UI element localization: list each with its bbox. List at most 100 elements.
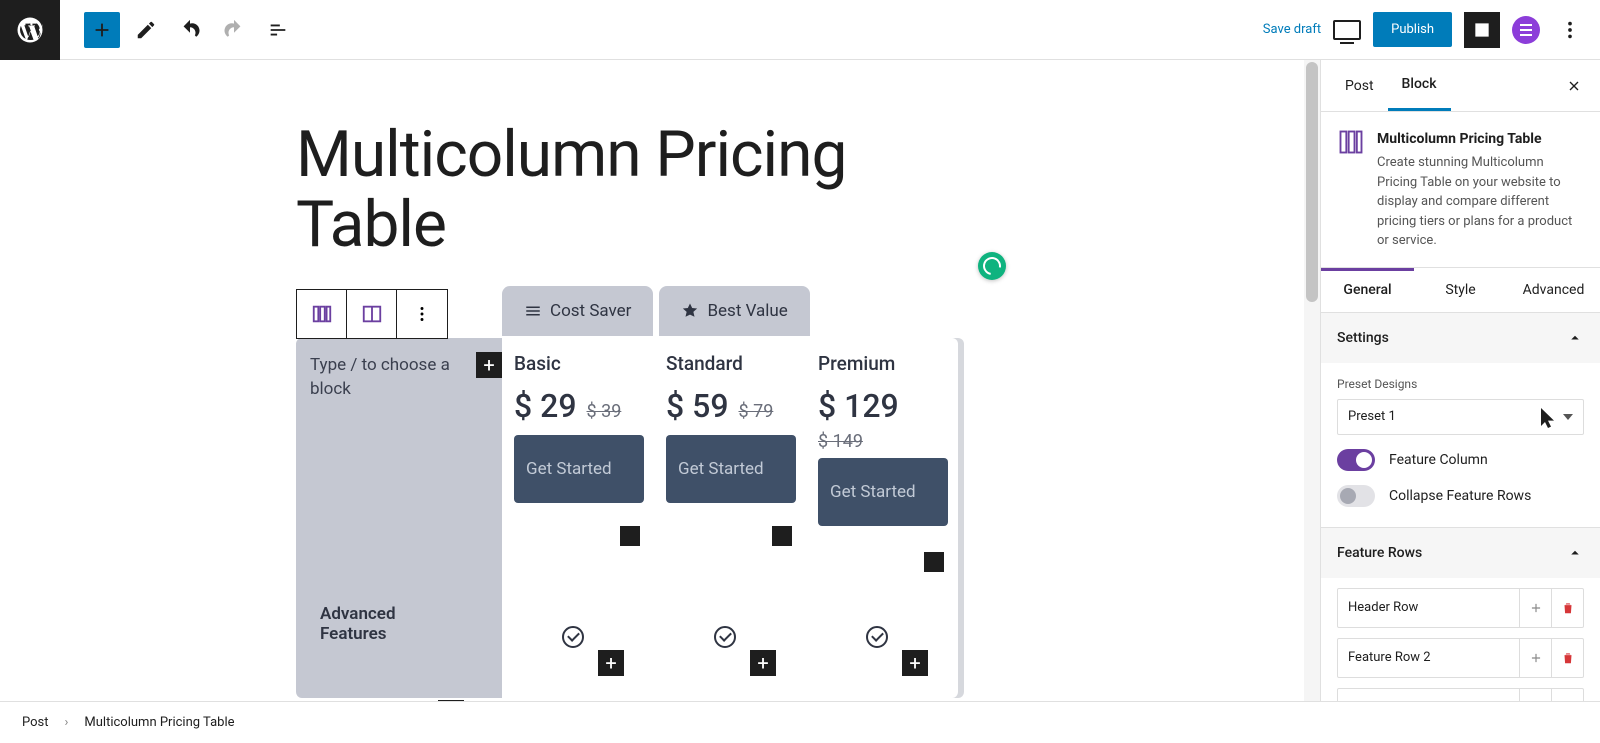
sidebar-icon xyxy=(1472,20,1492,40)
save-draft-button[interactable]: Save draft xyxy=(1263,22,1321,37)
editor-canvas[interactable]: Multicolumn Pricing Table Cost Saver xyxy=(0,60,1320,701)
plan-basic[interactable]: Basic $ 29 $ 39 Get Started + xyxy=(502,338,654,698)
plan-price-value: $ 129 xyxy=(818,387,899,425)
sub-tab-style[interactable]: Style xyxy=(1414,268,1507,312)
editor-top-bar: Save draft Publish xyxy=(0,0,1600,60)
panel-settings-body: Preset Designs Preset 1 Feature Column C… xyxy=(1321,363,1600,527)
toggle-label: Collapse Feature Rows xyxy=(1389,488,1531,504)
settings-panel-toggle[interactable] xyxy=(1464,12,1500,48)
block-layout-button[interactable] xyxy=(347,290,397,338)
panel-settings: Settings Preset Designs Preset 1 Feature… xyxy=(1321,313,1600,528)
plan-price-old: $ 79 xyxy=(739,401,774,422)
wordpress-logo[interactable] xyxy=(0,0,60,60)
plan-cta-button[interactable]: Get Started xyxy=(666,435,796,503)
publish-button[interactable]: Publish xyxy=(1373,12,1452,47)
tab-block[interactable]: Block xyxy=(1388,60,1451,111)
add-row-button[interactable] xyxy=(1519,689,1551,702)
plus-icon xyxy=(1529,601,1543,615)
breadcrumb-root[interactable]: Post xyxy=(22,715,49,730)
feature-row-item[interactable]: Feature Row 2 xyxy=(1337,638,1584,678)
redo-button[interactable] xyxy=(216,12,252,48)
top-left-tools xyxy=(60,12,296,48)
add-row-button[interactable] xyxy=(1519,589,1551,627)
page-title[interactable]: Multicolumn Pricing Table xyxy=(296,120,980,261)
plan-name[interactable]: Premium xyxy=(818,352,946,375)
block-handle-icon[interactable] xyxy=(924,552,944,572)
plan-chip-label: Best Value xyxy=(707,301,787,321)
panel-title: Feature Rows xyxy=(1337,545,1422,561)
pricing-table-block[interactable]: Cost Saver Best Value Type / to choose a… xyxy=(296,338,980,698)
plan-cta-button[interactable]: Get Started xyxy=(818,458,948,526)
more-options-button[interactable] xyxy=(1552,12,1588,48)
add-cell-button[interactable]: + xyxy=(750,650,776,676)
star-icon xyxy=(681,302,699,320)
feature-row-item[interactable]: Header Row xyxy=(1337,588,1584,628)
add-feature-row-button[interactable]: + xyxy=(438,700,464,701)
pricing-table-icon xyxy=(1337,128,1365,156)
block-type-button[interactable] xyxy=(297,290,347,338)
feature-column-placeholder[interactable]: Type / to choose a block xyxy=(310,354,488,402)
add-block-button[interactable] xyxy=(84,12,120,48)
plan-standard[interactable]: Standard $ 59 $ 79 Get Started + xyxy=(654,338,806,698)
add-row-button[interactable] xyxy=(1519,639,1551,677)
tab-post[interactable]: Post xyxy=(1331,62,1388,110)
trash-icon xyxy=(1561,701,1575,702)
preview-device-button[interactable] xyxy=(1333,20,1361,40)
plugin-avatar[interactable] xyxy=(1512,16,1540,44)
feature-row-item[interactable]: Feature Row 3 xyxy=(1337,688,1584,702)
add-feature-col-block-button[interactable]: + xyxy=(476,352,502,378)
delete-row-button[interactable] xyxy=(1551,589,1583,627)
plan-columns: Basic $ 29 $ 39 Get Started + Standard xyxy=(502,338,958,698)
plan-price-value: $ 59 xyxy=(666,387,729,425)
panel-title: Settings xyxy=(1337,330,1389,346)
pencil-icon xyxy=(135,19,157,41)
plan-cta-button[interactable]: Get Started xyxy=(514,435,644,503)
canvas-scrollbar-thumb[interactable] xyxy=(1306,62,1318,302)
document-outline-button[interactable] xyxy=(260,12,296,48)
edit-mode-button[interactable] xyxy=(128,12,164,48)
check-icon xyxy=(866,626,888,648)
block-handle-icon[interactable] xyxy=(620,526,640,546)
delete-row-button[interactable] xyxy=(1551,639,1583,677)
chevron-down-icon xyxy=(1563,414,1573,420)
plan-name[interactable]: Basic xyxy=(514,352,642,375)
panel-feature-rows-header[interactable]: Feature Rows xyxy=(1321,528,1600,578)
undo-button[interactable] xyxy=(172,12,208,48)
plan-price[interactable]: $ 29 $ 39 xyxy=(514,387,642,425)
workspace: Multicolumn Pricing Table Cost Saver xyxy=(0,60,1600,701)
plan-price[interactable]: $ 59 $ 79 xyxy=(666,387,794,425)
close-sidebar-button[interactable] xyxy=(1558,70,1590,102)
breadcrumb-current[interactable]: Multicolumn Pricing Table xyxy=(84,715,234,730)
menu-icon xyxy=(524,302,542,320)
block-summary-text: Multicolumn Pricing Table Create stunnin… xyxy=(1377,128,1584,251)
toggle-collapse-rows[interactable] xyxy=(1337,485,1375,507)
delete-row-button[interactable] xyxy=(1551,689,1583,702)
check-icon xyxy=(714,626,736,648)
preset-select[interactable]: Preset 1 xyxy=(1337,399,1584,435)
feature-row-name: Feature Row 2 xyxy=(1338,650,1519,665)
block-handle-icon[interactable] xyxy=(772,526,792,546)
sub-tab-general[interactable]: General xyxy=(1321,268,1414,312)
feature-section-label[interactable]: Advanced Features xyxy=(320,604,440,644)
breadcrumb: Post › Multicolumn Pricing Table xyxy=(0,701,1600,743)
close-icon xyxy=(1566,78,1582,94)
feature-column[interactable]: Type / to choose a block + Advanced Feat… xyxy=(296,338,502,698)
dots-vertical-icon xyxy=(411,303,433,325)
add-cell-button[interactable]: + xyxy=(902,650,928,676)
top-right-tools: Save draft Publish xyxy=(1263,12,1600,48)
canvas-scrollbar[interactable] xyxy=(1304,60,1320,701)
grammarly-badge[interactable] xyxy=(978,252,1006,280)
cursor-icon xyxy=(1539,406,1559,430)
plan-chip-best-value[interactable]: Best Value xyxy=(659,286,809,336)
sub-tab-advanced[interactable]: Advanced xyxy=(1507,268,1600,312)
block-more-button[interactable] xyxy=(397,290,447,338)
plan-name[interactable]: Standard xyxy=(666,352,794,375)
plan-premium[interactable]: Premium $ 129 $ 149 Get Started + xyxy=(806,338,958,698)
add-cell-button[interactable]: + xyxy=(598,650,624,676)
toggle-feature-column[interactable] xyxy=(1337,449,1375,471)
panel-settings-header[interactable]: Settings xyxy=(1321,313,1600,363)
plan-chip-label: Cost Saver xyxy=(550,301,631,321)
plan-chips: Cost Saver Best Value xyxy=(502,286,810,336)
plan-price[interactable]: $ 129 xyxy=(818,387,946,425)
plan-chip-cost-saver[interactable]: Cost Saver xyxy=(502,286,653,336)
